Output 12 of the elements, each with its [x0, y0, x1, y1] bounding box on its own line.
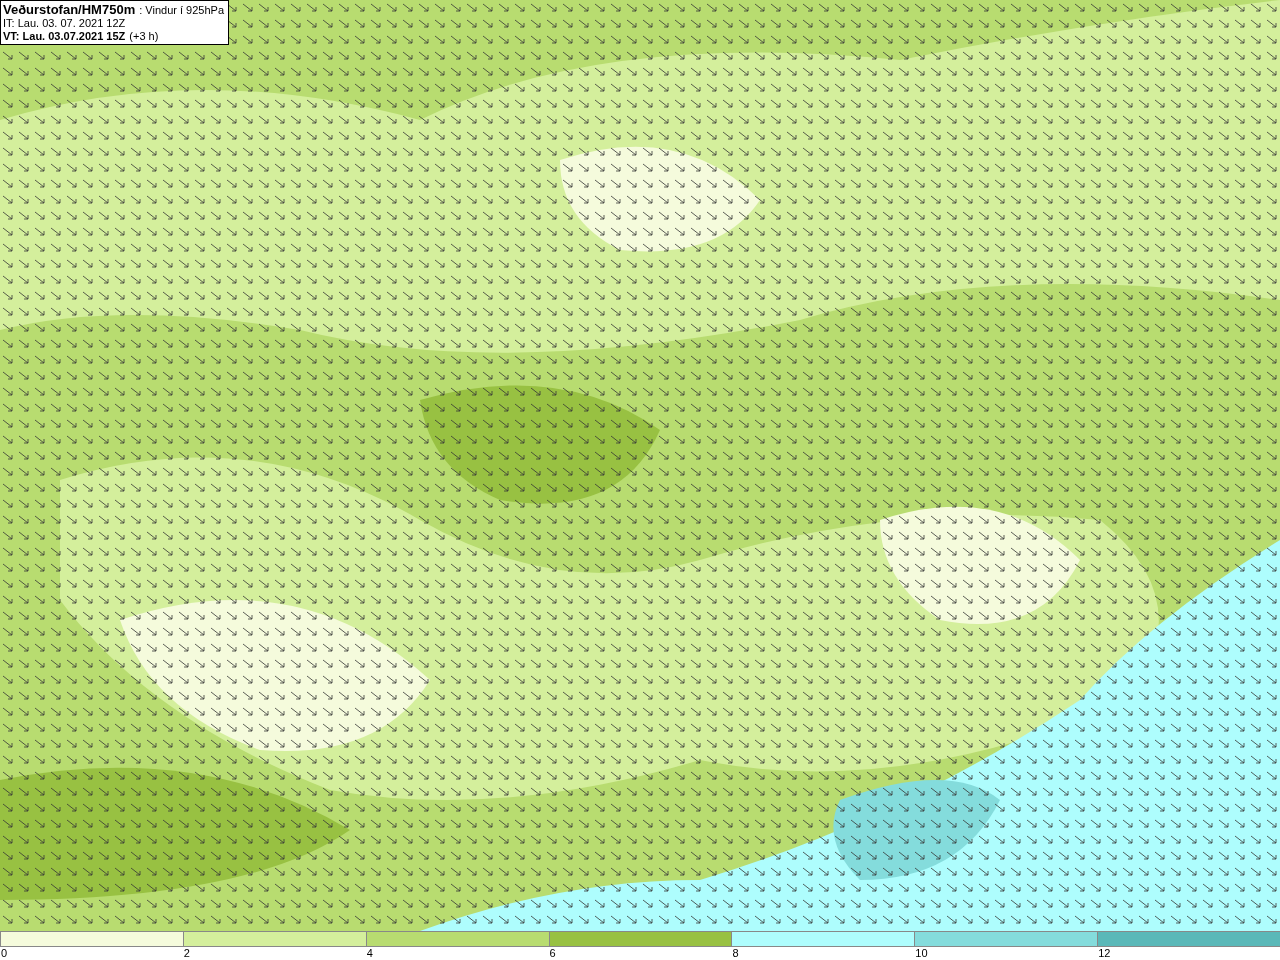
legend-label: 2 — [182, 947, 190, 960]
initial-time: IT: Lau. 03. 07. 2021 12Z — [3, 17, 126, 29]
legend-label: 12 — [1097, 947, 1111, 960]
valid-time: VT: Lau. 03.07.2021 15Z — [3, 30, 126, 42]
map-subtitle: : Vindur í 925hPa — [139, 4, 224, 16]
lead-time: (+3 h) — [129, 30, 159, 42]
legend-label: 10 — [914, 947, 928, 960]
map-title: Veðurstofan/HM750m — [3, 2, 136, 17]
legend-label: 0 — [0, 947, 8, 960]
legend-label: 4 — [365, 947, 373, 960]
legend-label: 8 — [731, 947, 739, 960]
legend-label: 6 — [548, 947, 556, 960]
